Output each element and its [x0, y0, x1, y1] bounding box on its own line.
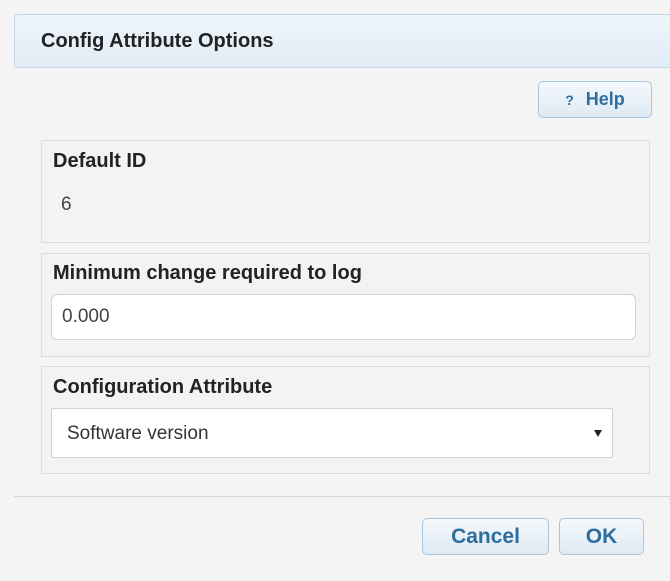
question-mark-icon: ? [565, 91, 574, 108]
cancel-button[interactable]: Cancel [422, 518, 549, 555]
ok-button[interactable]: OK [559, 518, 644, 555]
default-id-label: Default ID [53, 150, 147, 172]
configuration-attribute-label: Configuration Attribute [53, 376, 273, 398]
minimum-change-input[interactable] [51, 294, 636, 340]
footer-divider [14, 496, 670, 497]
minimum-change-label: Minimum change required to log [53, 262, 362, 284]
help-button[interactable]: ? Help [538, 81, 652, 118]
configuration-attribute-section: Configuration Attribute Software version [41, 366, 650, 474]
config-attribute-dialog: Config Attribute Options ? Help Default … [0, 0, 670, 581]
default-id-value: 6 [61, 194, 72, 215]
dialog-header: Config Attribute Options [14, 14, 670, 68]
chevron-down-icon [594, 430, 602, 437]
configuration-attribute-select[interactable]: Software version [51, 408, 613, 458]
dialog-title: Config Attribute Options [41, 30, 274, 52]
minimum-change-section: Minimum change required to log [41, 253, 650, 357]
configuration-attribute-selected-value: Software version [67, 423, 209, 444]
help-button-label: Help [585, 89, 625, 109]
default-id-section: Default ID 6 [41, 140, 650, 243]
